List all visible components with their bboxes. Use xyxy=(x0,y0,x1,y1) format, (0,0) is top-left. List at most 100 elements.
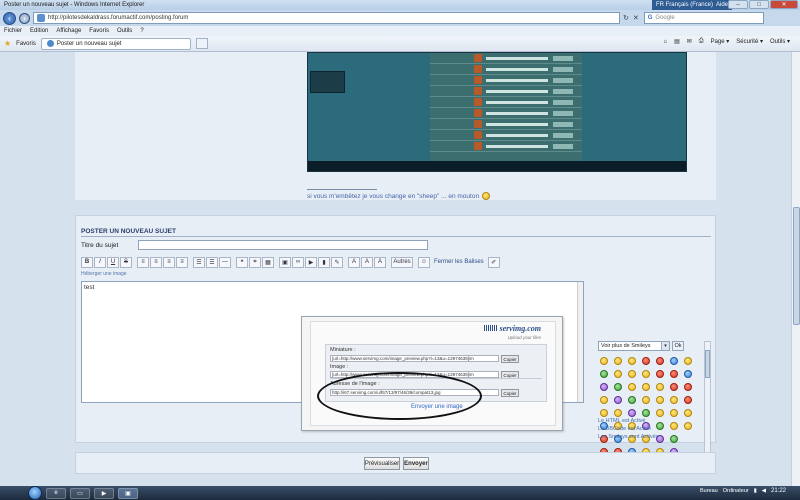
color-icon[interactable]: ▮ xyxy=(318,256,330,268)
bbcode-status[interactable]: Le BBCode est Activé xyxy=(598,426,651,432)
smiley-icon[interactable] xyxy=(670,357,678,365)
clock[interactable]: 21:22 xyxy=(771,488,786,494)
minimize-button[interactable]: – xyxy=(728,0,748,9)
help-label[interactable]: Aide xyxy=(716,2,728,8)
html-status[interactable]: Le HTML est Activé xyxy=(598,418,645,424)
copy-thumbnail-button[interactable]: Copier xyxy=(501,355,519,363)
tools-menu[interactable]: Outils ▾ xyxy=(770,38,790,45)
smiley-icon[interactable] xyxy=(642,357,650,365)
taskbar-media-icon[interactable]: ▶ xyxy=(94,487,114,499)
smiley-icon[interactable] xyxy=(628,409,636,417)
send-button[interactable]: Envoyer xyxy=(403,457,429,470)
smiley-icon[interactable] xyxy=(614,396,622,404)
source-mode-icon[interactable]: ✐ xyxy=(487,256,500,268)
new-tab-button[interactable] xyxy=(195,38,208,49)
menu-item-view[interactable]: Affichage xyxy=(56,28,81,34)
ordered-list-icon[interactable]: ☰ xyxy=(206,256,218,268)
feeds-icon[interactable]: ▤ xyxy=(674,38,680,45)
back-button[interactable]: ‹ xyxy=(3,11,16,25)
refresh-icon[interactable]: ↻ xyxy=(623,14,629,22)
taskbar-folder-icon[interactable]: ▭ xyxy=(70,487,90,499)
smiley-icon[interactable] xyxy=(600,370,608,378)
smiley-icon[interactable] xyxy=(684,370,692,378)
smiley-icon[interactable] xyxy=(600,357,608,365)
smiley-icon[interactable] xyxy=(600,409,608,417)
smiley-icon[interactable] xyxy=(656,422,664,430)
smiley-icon[interactable] xyxy=(670,396,678,404)
url-input[interactable]: http://pilotesdekaldrass.forumactif.com/… xyxy=(33,12,620,24)
close-button[interactable]: ✕ xyxy=(770,0,798,9)
thumbnail-field[interactable]: [url=http://www.servimg.com/image_previe… xyxy=(330,355,499,362)
code-icon[interactable]: ⌗ xyxy=(249,256,261,268)
bold-button[interactable]: B xyxy=(81,256,93,268)
font-color-icon[interactable]: A xyxy=(374,256,386,268)
pen-icon[interactable]: ✎ xyxy=(331,256,343,268)
smiley-icon[interactable] xyxy=(600,396,608,404)
align-left-icon[interactable]: ≡ xyxy=(137,256,149,268)
smiley-icon[interactable] xyxy=(614,409,622,417)
underline-button[interactable]: U xyxy=(107,256,119,268)
menu-item-favorites[interactable]: Favoris xyxy=(89,28,109,34)
smiley-icon[interactable] xyxy=(656,370,664,378)
more-button[interactable]: Autres xyxy=(391,256,413,268)
smiley-icon[interactable] xyxy=(628,357,636,365)
link-icon[interactable]: ∞ xyxy=(292,256,304,268)
smiley-icon-button[interactable]: ☺ xyxy=(418,256,430,268)
smiley-icon[interactable] xyxy=(628,370,636,378)
smiley-icon[interactable] xyxy=(614,357,622,365)
smiley-icon[interactable] xyxy=(684,383,692,391)
smiley-icon[interactable] xyxy=(614,383,622,391)
menu-item-tools[interactable]: Outils xyxy=(117,28,132,34)
smiley-icon[interactable] xyxy=(670,422,678,430)
table-icon[interactable]: ▦ xyxy=(262,256,274,268)
taskbar-window-icon[interactable]: ▣ xyxy=(118,487,138,499)
align-center-icon[interactable]: ≡ xyxy=(150,256,162,268)
font-size-icon[interactable]: A xyxy=(348,256,360,268)
copy-address-button[interactable]: Copier xyxy=(501,389,519,397)
image-icon[interactable]: ▣ xyxy=(279,256,291,268)
editor-scrollbar[interactable] xyxy=(577,282,583,402)
computer-label[interactable]: Ordinateur xyxy=(723,488,749,494)
smiley-icon[interactable] xyxy=(600,383,608,391)
volume-icon[interactable]: ◀ xyxy=(762,488,766,494)
smiley-icon[interactable] xyxy=(684,396,692,404)
list-icon[interactable]: ☰ xyxy=(193,256,205,268)
maximize-button[interactable]: □ xyxy=(749,0,769,9)
quote-icon[interactable]: ❝ xyxy=(236,256,248,268)
smileys-status[interactable]: Les Smileys sont Activés xyxy=(598,434,659,440)
smiley-icon[interactable] xyxy=(670,370,678,378)
smiley-scrollbar[interactable] xyxy=(704,341,711,469)
menu-item-file[interactable]: Fichier xyxy=(4,28,22,34)
desktop-label[interactable]: Bureau xyxy=(700,488,718,494)
smiley-icon[interactable] xyxy=(656,396,664,404)
taskbar-ie-icon[interactable]: e xyxy=(46,487,66,499)
video-icon[interactable]: ▶ xyxy=(305,256,317,268)
smiley-icon[interactable] xyxy=(656,383,664,391)
page-menu[interactable]: Page ▾ xyxy=(711,38,730,45)
smiley-icon[interactable] xyxy=(656,409,664,417)
font-face-icon[interactable]: A xyxy=(361,256,373,268)
page-scrollbar[interactable] xyxy=(791,52,800,486)
strike-button[interactable]: S xyxy=(120,256,132,268)
smiley-icon[interactable] xyxy=(642,396,650,404)
smiley-icon[interactable] xyxy=(656,357,664,365)
smileys-select[interactable]: Voir plus de Smileys ▾ xyxy=(598,341,670,351)
smiley-icon[interactable] xyxy=(642,383,650,391)
stop-icon[interactable]: ✕ xyxy=(633,14,639,22)
italic-button[interactable]: I xyxy=(94,256,106,268)
menu-item-help[interactable]: ? xyxy=(140,28,143,34)
smiley-icon[interactable] xyxy=(628,383,636,391)
preview-button[interactable]: Prévisualiser xyxy=(364,457,400,470)
print-icon[interactable]: ⎙ xyxy=(699,38,704,45)
smiley-icon[interactable] xyxy=(614,370,622,378)
language-indicator[interactable]: FR Français (France) Aide xyxy=(651,0,732,10)
smiley-icon[interactable] xyxy=(628,396,636,404)
align-justify-icon[interactable]: ≡ xyxy=(176,256,188,268)
menu-item-edit[interactable]: Edition xyxy=(30,28,48,34)
start-button-icon[interactable] xyxy=(28,486,42,500)
hr-icon[interactable]: — xyxy=(219,256,231,268)
smiley-icon[interactable] xyxy=(642,370,650,378)
smiley-icon[interactable] xyxy=(670,435,678,443)
mail-icon[interactable]: ✉ xyxy=(687,38,692,45)
align-right-icon[interactable]: ≡ xyxy=(163,256,175,268)
